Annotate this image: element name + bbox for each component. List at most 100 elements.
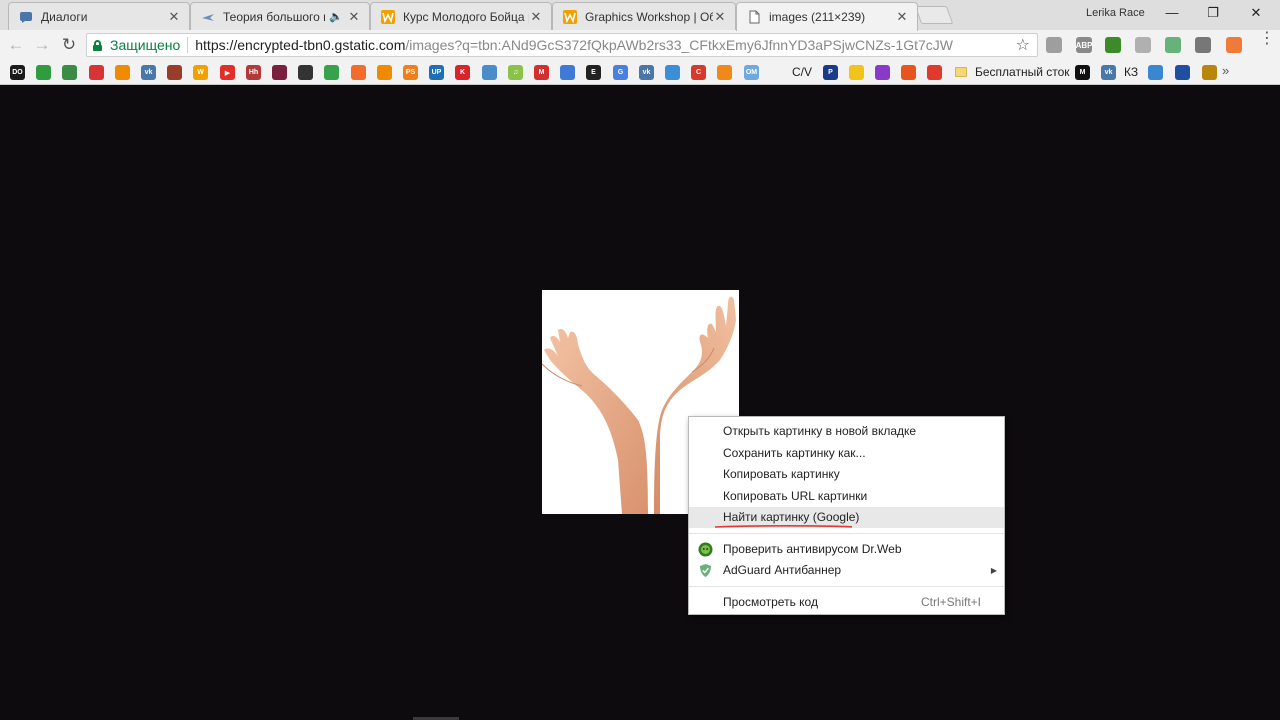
- menu-dots-icon[interactable]: ⋮: [1259, 31, 1275, 47]
- youtube-bookmark-icon[interactable]: ▶: [220, 65, 235, 80]
- tab-title: Graphics Workshop | Об: [585, 9, 713, 24]
- gift-bookmark-icon[interactable]: [1202, 65, 1217, 80]
- close-icon[interactable]: ✕: [895, 10, 909, 24]
- photo-icon[interactable]: [1226, 37, 1242, 53]
- new-tab-button[interactable]: [914, 6, 954, 24]
- vk2-bookmark-icon[interactable]: vk: [639, 65, 654, 80]
- menu-copy-image-url[interactable]: Копировать URL картинки: [689, 486, 1004, 507]
- close-icon[interactable]: ✕: [167, 9, 181, 24]
- pinwheel-bookmark-icon[interactable]: [560, 65, 575, 80]
- bookmark-k3[interactable]: КЗ: [1124, 65, 1138, 80]
- drweb-icon[interactable]: [1105, 37, 1121, 53]
- wheel-bookmark-icon[interactable]: [875, 65, 890, 80]
- green-circle-bookmark-icon[interactable]: [36, 65, 51, 80]
- bookmark-folder-free-stock[interactable]: Бесплатный сток: [955, 65, 1070, 80]
- tab-images[interactable]: images (211×239) ✕: [736, 2, 918, 31]
- extension-icon[interactable]: [1046, 37, 1062, 53]
- red-square-bookmark-icon[interactable]: [927, 65, 942, 80]
- tab-big-bang[interactable]: Теория большого вз 🔈 ✕: [190, 2, 370, 30]
- dropper-icon[interactable]: [1195, 37, 1211, 53]
- secure-indicator[interactable]: Защищено: [87, 37, 180, 53]
- m-black-bookmark-icon[interactable]: M: [1075, 65, 1090, 80]
- m-red-bookmark-icon[interactable]: M: [534, 65, 549, 80]
- reel-bookmark-icon[interactable]: [377, 65, 392, 80]
- url-host: https://encrypted-tbn0.gstatic.com: [195, 37, 406, 53]
- lightning-bookmark-icon[interactable]: [324, 65, 339, 80]
- menu-item-label: Найти картинку (Google): [723, 510, 860, 524]
- speaker-icon[interactable]: 🔈: [329, 10, 343, 23]
- flame-bookmark-icon[interactable]: [717, 65, 732, 80]
- cloud-icon[interactable]: [1135, 37, 1151, 53]
- bookmark-folder-label: Бесплатный сток: [975, 65, 1070, 79]
- adguard-icon[interactable]: [1165, 37, 1181, 53]
- w-icon: [563, 9, 577, 24]
- close-icon[interactable]: ✕: [347, 9, 361, 24]
- odnoklassniki-bookmark-icon[interactable]: DO: [10, 65, 25, 80]
- close-icon[interactable]: ✕: [713, 9, 727, 24]
- e-bookmark-icon[interactable]: E: [586, 65, 601, 80]
- bookmarks-bar: C/V Бесплатный сток КЗ » DO vk W ▶ Hh PS UP K ♫ M…: [0, 60, 1280, 85]
- adguard-shield-icon: [698, 563, 713, 578]
- k-bookmark-icon[interactable]: K: [455, 65, 470, 80]
- menu-scan-drweb[interactable]: Проверить антивирусом Dr.Web: [689, 539, 1004, 560]
- hh-bookmark-icon[interactable]: Hh: [246, 65, 261, 80]
- tab-title: Диалоги: [41, 9, 88, 24]
- menu-open-image-new-tab[interactable]: Открыть картинку в новой вкладке: [689, 421, 1004, 442]
- chart-bookmark-icon[interactable]: [1148, 65, 1163, 80]
- ps-bookmark-icon[interactable]: PS: [403, 65, 418, 80]
- translate-bookmark-icon[interactable]: G: [613, 65, 628, 80]
- menu-save-image-as[interactable]: Сохранить картинку как...: [689, 443, 1004, 464]
- turtle-bookmark-icon[interactable]: [62, 65, 77, 80]
- up-bookmark-icon[interactable]: UP: [429, 65, 444, 80]
- menu-copy-image[interactable]: Копировать картинку: [689, 464, 1004, 485]
- orange-square-bookmark-icon[interactable]: [115, 65, 130, 80]
- bookmark-cv[interactable]: C/V: [792, 65, 812, 80]
- shield-bookmark-icon[interactable]: [298, 65, 313, 80]
- c-bookmark-icon[interactable]: C: [691, 65, 706, 80]
- menu-shortcut: Ctrl+Shift+I: [920, 595, 981, 609]
- red-circle-bookmark-icon[interactable]: [89, 65, 104, 80]
- tab-young-fighter-course[interactable]: Курс Молодого Бойца | ✕: [370, 2, 552, 30]
- w-icon: [381, 9, 395, 24]
- fox-bookmark-icon[interactable]: [901, 65, 916, 80]
- page-icon: [747, 10, 761, 24]
- menu-item-label: Открыть картинку в новой вкладке: [723, 424, 917, 438]
- music-bookmark-icon[interactable]: ♫: [508, 65, 523, 80]
- tab-title: Курс Молодого Бойца |: [403, 9, 529, 24]
- adblock-icon[interactable]: ABP: [1076, 37, 1092, 53]
- back-button[interactable]: ←: [6, 35, 26, 55]
- forward-button[interactable]: →: [32, 35, 52, 55]
- orange-dot-bookmark-icon[interactable]: [351, 65, 366, 80]
- profile-name[interactable]: Lerika Race: [1086, 7, 1145, 19]
- menu-item-label: Сохранить картинку как...: [723, 446, 866, 460]
- vk3-bookmark-icon[interactable]: vk: [1101, 65, 1116, 80]
- bookmarks-more-icon[interactable]: »: [1222, 63, 1229, 78]
- bird-bookmark-icon[interactable]: [482, 65, 497, 80]
- cloud-blue-bookmark-icon[interactable]: [665, 65, 680, 80]
- url-text[interactable]: https://encrypted-tbn0.gstatic.com/image…: [195, 37, 953, 53]
- film-bookmark-icon[interactable]: [272, 65, 287, 80]
- vk-bookmark-icon[interactable]: vk: [141, 65, 156, 80]
- yellow-bookmark-icon[interactable]: [849, 65, 864, 80]
- reload-button[interactable]: ↻: [59, 35, 79, 55]
- menu-adguard-antibanner[interactable]: AdGuard Антибаннер ▶: [689, 560, 1004, 581]
- menu-separator: [689, 533, 1004, 534]
- restore-button[interactable]: ❐: [1203, 4, 1223, 22]
- bookmark-star-icon[interactable]: ☆: [1016, 35, 1030, 55]
- close-window-button[interactable]: ✕: [1246, 4, 1266, 22]
- feather-bookmark-icon[interactable]: [167, 65, 182, 80]
- menu-item-label: Проверить антивирусом Dr.Web: [723, 542, 902, 556]
- minimize-button[interactable]: —: [1162, 4, 1182, 22]
- tab-graphics-workshop[interactable]: Graphics Workshop | Об ✕: [552, 2, 736, 30]
- tab-title: Теория большого вз: [223, 9, 325, 24]
- coin-bookmark-icon[interactable]: [1175, 65, 1190, 80]
- tab-dialogs[interactable]: Диалоги ✕: [8, 2, 190, 30]
- menu-item-label: AdGuard Антибаннер: [723, 563, 842, 577]
- p-bookmark-icon[interactable]: P: [823, 65, 838, 80]
- address-bar[interactable]: Защищено https://encrypted-tbn0.gstatic.…: [86, 33, 1038, 57]
- divider: [187, 37, 189, 53]
- close-icon[interactable]: ✕: [529, 9, 543, 24]
- menu-inspect[interactable]: Просмотреть код Ctrl+Shift+I: [689, 592, 1004, 613]
- om-bookmark-icon[interactable]: ОМ: [744, 65, 759, 80]
- w-bookmark-icon[interactable]: W: [193, 65, 208, 80]
